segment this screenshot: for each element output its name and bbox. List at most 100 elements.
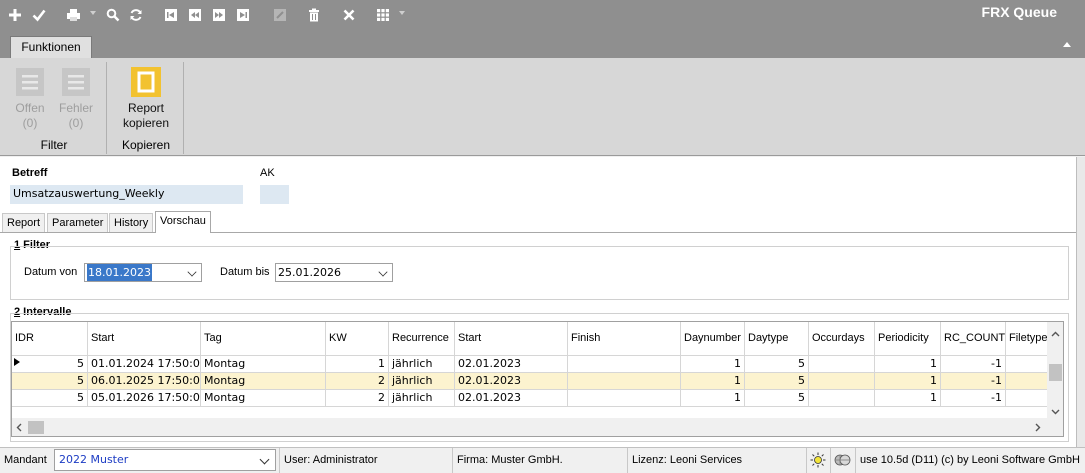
table-cell[interactable] — [568, 390, 681, 407]
first-record-icon[interactable] — [162, 6, 180, 24]
ribbon-group-kopieren: Kopieren — [121, 138, 171, 152]
table-cell[interactable] — [568, 373, 681, 390]
next-record-icon[interactable] — [210, 6, 228, 24]
table-cell[interactable]: 1 — [875, 373, 941, 390]
grid-header-kw[interactable]: KW — [326, 322, 389, 356]
table-cell[interactable]: 1 — [681, 373, 745, 390]
grid-header-finish[interactable]: Finish — [568, 322, 681, 356]
scroll-left-icon[interactable] — [16, 422, 22, 435]
print-dropdown-arrow[interactable] — [90, 11, 96, 15]
scroll-up-icon[interactable] — [1051, 327, 1060, 340]
ak-field[interactable] — [260, 185, 289, 204]
grid-horizontal-scroll-thumb[interactable] — [28, 421, 44, 434]
last-record-icon[interactable] — [234, 6, 252, 24]
table-cell[interactable]: 1 — [681, 390, 745, 407]
betreff-field[interactable]: Umsatzauswertung_Weekly — [10, 185, 243, 204]
table-cell[interactable]: 02.01.2023 — [455, 356, 568, 373]
grid-horizontal-scrollbar[interactable] — [12, 418, 1063, 436]
grid-header-idr[interactable]: IDR — [12, 322, 88, 356]
close-icon[interactable] — [340, 6, 358, 24]
table-cell[interactable]: jährlich — [389, 356, 455, 373]
table-cell[interactable]: 5 — [745, 356, 809, 373]
table-cell[interactable]: 5 — [745, 390, 809, 407]
table-cell[interactable]: 06.01.2025 17:50:00 — [88, 373, 201, 390]
grid-view-icon[interactable] — [374, 6, 392, 24]
table-cell[interactable]: jährlich — [389, 390, 455, 407]
ribbon-collapse-icon[interactable] — [1063, 42, 1071, 47]
ribbon-tab-funktionen[interactable]: Funktionen — [10, 36, 92, 58]
table-cell[interactable]: 02.01.2023 — [455, 390, 568, 407]
table-cell[interactable] — [1006, 390, 1051, 407]
table-cell[interactable]: Montag — [201, 356, 326, 373]
status-network-icon-cell[interactable] — [830, 448, 854, 473]
grid-header-daynumber[interactable]: Daynumber — [681, 322, 745, 356]
table-cell[interactable]: 1 — [875, 356, 941, 373]
table-row[interactable]: 5 06.01.2025 17:50:00 Montag 2 jährlich 02.01… — [12, 373, 1051, 390]
grid-header-start[interactable]: Start — [455, 322, 568, 356]
table-cell[interactable]: Montag — [201, 373, 326, 390]
chevron-down-icon[interactable] — [378, 267, 388, 277]
datum-bis-combo[interactable]: 25.01.2026 — [275, 263, 393, 282]
table-cell[interactable] — [1006, 373, 1051, 390]
table-cell[interactable] — [809, 373, 875, 390]
table-cell[interactable]: 5 — [745, 373, 809, 390]
table-cell[interactable] — [568, 356, 681, 373]
chevron-down-icon[interactable] — [259, 454, 270, 465]
search-icon[interactable] — [104, 6, 122, 24]
ribbon-group-filter: Filter — [40, 138, 68, 152]
refresh-icon[interactable] — [127, 6, 145, 24]
table-cell[interactable]: -1 — [941, 390, 1006, 407]
check-icon[interactable] — [30, 6, 48, 24]
table-cell[interactable]: 02.01.2023 — [455, 373, 568, 390]
edit-icon[interactable] — [271, 6, 289, 24]
grid-view-dropdown-arrow[interactable] — [399, 11, 405, 15]
status-light-icon-cell[interactable] — [806, 448, 829, 473]
print-icon[interactable] — [64, 6, 82, 24]
grid-header-start[interactable]: Start — [88, 322, 201, 356]
table-cell[interactable] — [809, 356, 875, 373]
table-cell[interactable]: 1 — [326, 356, 389, 373]
grid-header-periodicity[interactable]: Periodicity — [875, 322, 941, 356]
grid-vertical-scroll-thumb[interactable] — [1049, 364, 1062, 381]
table-cell[interactable]: 5 — [12, 356, 88, 373]
grid-header-recurrence[interactable]: Recurrence — [389, 322, 455, 356]
offen-button[interactable]: Offen (0) — [10, 66, 50, 131]
datum-von-combo[interactable]: 18.01.2023 — [84, 263, 202, 282]
table-cell[interactable]: 5 — [12, 390, 88, 407]
tab-history[interactable]: History — [109, 213, 154, 232]
previous-record-icon[interactable] — [186, 6, 204, 24]
status-version: use 10.5d (D11) (c) by Leoni Software Gm… — [855, 448, 1085, 473]
table-cell[interactable]: 2 — [326, 373, 389, 390]
scroll-right-icon[interactable] — [1035, 422, 1041, 435]
table-cell[interactable]: jährlich — [389, 373, 455, 390]
scroll-down-icon[interactable] — [1051, 405, 1060, 418]
table-cell[interactable]: Montag — [201, 390, 326, 407]
grid-header-filetype[interactable]: Filetype — [1006, 322, 1051, 356]
table-cell[interactable]: 1 — [875, 390, 941, 407]
report-kopieren-button[interactable]: Report kopieren — [118, 66, 174, 131]
table-cell[interactable]: 05.01.2026 17:50:00 — [88, 390, 201, 407]
mandant-combo[interactable]: 2022 Muster — [54, 449, 276, 471]
delete-icon[interactable] — [305, 6, 323, 24]
table-row[interactable]: 5 05.01.2026 17:50:00 Montag 2 jährlich 02.01… — [12, 390, 1051, 407]
table-row[interactable]: 5 01.01.2024 17:50:00 Montag 1 jährlich 02.01… — [12, 356, 1051, 373]
chevron-down-icon[interactable] — [187, 267, 197, 277]
grid-header-occurdays[interactable]: Occurdays — [809, 322, 875, 356]
grid-header-tag[interactable]: Tag — [201, 322, 326, 356]
add-icon[interactable] — [6, 6, 24, 24]
grid-header-daytype[interactable]: Daytype — [745, 322, 809, 356]
table-cell[interactable]: -1 — [941, 356, 1006, 373]
table-cell[interactable]: -1 — [941, 373, 1006, 390]
table-cell[interactable]: 5 — [12, 373, 88, 390]
tab-parameter[interactable]: Parameter — [47, 213, 109, 232]
table-cell[interactable] — [1006, 356, 1051, 373]
tab-vorschau[interactable]: Vorschau — [155, 211, 211, 233]
tab-report[interactable]: Report — [2, 213, 46, 232]
table-cell[interactable]: 1 — [681, 356, 745, 373]
form-vertical-scrollbar[interactable] — [1076, 157, 1085, 447]
fehler-button[interactable]: Fehler (0) — [56, 66, 96, 131]
grid-header-rc-count[interactable]: RC_COUNT — [941, 322, 1006, 356]
table-cell[interactable]: 01.01.2024 17:50:00 — [88, 356, 201, 373]
table-cell[interactable]: 2 — [326, 390, 389, 407]
table-cell[interactable] — [809, 390, 875, 407]
